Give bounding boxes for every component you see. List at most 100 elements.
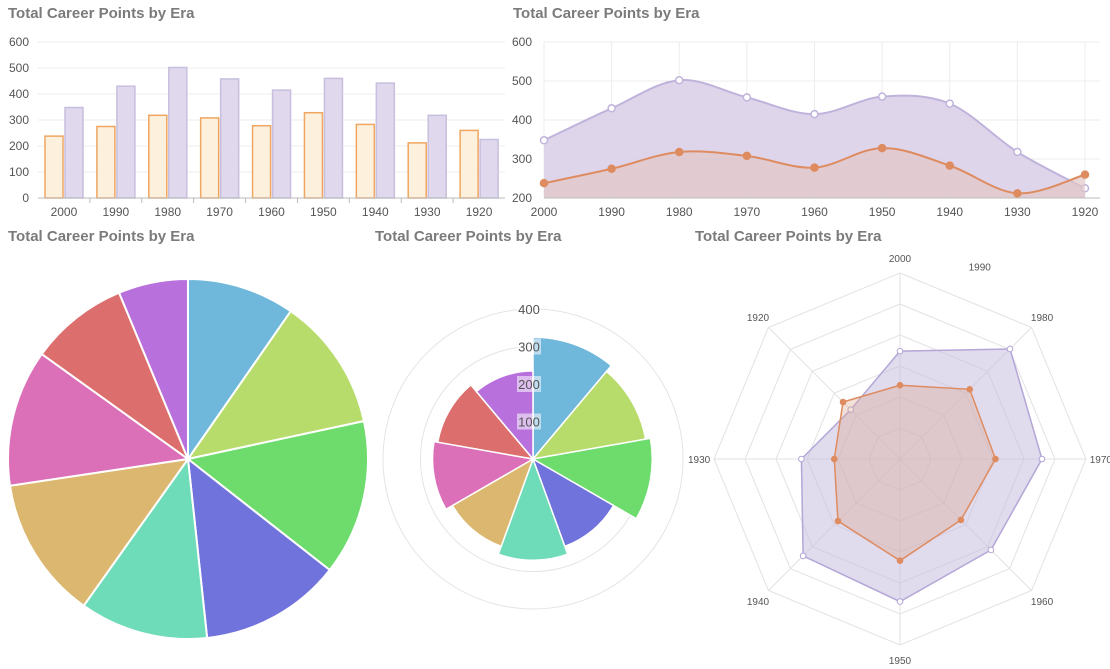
radar-point — [966, 385, 974, 393]
bar-series-a — [44, 135, 64, 199]
x-tick-label: 1980 — [666, 205, 693, 219]
axis-label: 1930 — [688, 455, 711, 466]
radar-point — [957, 516, 965, 524]
radar-point — [799, 552, 807, 560]
x-tick-label: 1940 — [936, 205, 963, 219]
radar-point — [896, 598, 904, 605]
radar-chart-panel: Total Career Points by Era 2000 1980 1970 1… — [688, 225, 1110, 669]
y-tick-label: 0 — [22, 191, 29, 205]
x-tick-label: 1920 — [466, 205, 493, 219]
axis-label: 1940 — [747, 597, 770, 608]
x-tick-label: 1940 — [362, 205, 389, 219]
data-point — [675, 75, 684, 85]
radar-point — [1006, 345, 1014, 353]
radar-point — [987, 546, 995, 554]
data-point — [539, 136, 549, 145]
data-point — [1013, 189, 1022, 198]
x-tick-label: 1960 — [801, 205, 828, 219]
x-tick-label: 1980 — [154, 205, 181, 219]
axis-label: 1990 — [969, 263, 992, 274]
radar-point — [1038, 455, 1046, 463]
bar-series-b — [479, 138, 499, 199]
axis-label: 1980 — [1031, 313, 1054, 324]
radar-chart: 2000 1980 1970 1960 1950 1940 1930 1920 1990 — [688, 254, 1110, 667]
data-point — [810, 109, 819, 119]
r-tick-label: 100 — [518, 415, 540, 430]
data-point — [1013, 147, 1022, 157]
x-tick-label: 2000 — [531, 205, 558, 219]
bar-series-b — [116, 85, 136, 199]
radar-point — [992, 455, 999, 463]
bar-series-a — [459, 129, 479, 199]
data-point — [607, 164, 616, 173]
bar-series-a — [303, 111, 324, 199]
y-tick-label: 300 — [9, 113, 29, 127]
axis-label: 2000 — [889, 254, 912, 265]
y-tick-label: 400 — [9, 87, 29, 101]
radar-point — [896, 347, 904, 355]
axis-label: 1960 — [1031, 597, 1054, 608]
x-tick-label: 1970 — [734, 205, 761, 219]
y-tick-label: 600 — [512, 35, 532, 49]
data-point — [675, 147, 684, 157]
data-point — [877, 92, 887, 101]
x-tick-label: 1970 — [206, 205, 233, 219]
y-tick-label: 500 — [9, 61, 29, 75]
y-tick-label: 600 — [9, 35, 29, 49]
x-tick-label: 1960 — [258, 205, 285, 219]
y-tick-label: 100 — [9, 165, 29, 179]
bar-series-b — [168, 66, 188, 199]
x-tick-label: 1950 — [869, 205, 896, 219]
axis-label: 1920 — [747, 313, 770, 324]
data-point — [945, 161, 954, 170]
pie-chart-panel: Total Career Points by Era — [0, 225, 375, 669]
radar-point — [834, 517, 842, 525]
pie-chart — [7, 277, 369, 640]
data-point — [1080, 170, 1090, 179]
bar-series-b — [64, 106, 84, 199]
polar-chart-panel: Total Career Points by Era 100 200 300 400 — [375, 225, 690, 669]
x-tick-label: 1920 — [1072, 205, 1099, 219]
polar-chart: 100 200 300 400 — [382, 301, 684, 610]
x-tick-label: 1930 — [1004, 205, 1031, 219]
axis-label: 1970 — [1090, 455, 1110, 466]
x-tick-label: 1990 — [598, 205, 625, 219]
bar-series-a — [251, 124, 272, 199]
y-tick-label: 300 — [512, 152, 532, 166]
data-point — [539, 178, 549, 188]
bar-series-b — [219, 78, 240, 199]
bar-series-b — [271, 89, 292, 199]
x-tick-label: 1990 — [102, 205, 129, 219]
y-tick-label: 500 — [512, 74, 532, 88]
radar-point — [798, 455, 805, 463]
data-point — [877, 143, 887, 153]
y-tick-label: 200 — [9, 139, 29, 153]
bar-chart: 0 100 200 300 400 500 600 2000 1990 1980 1970 1960 1… — [9, 35, 505, 219]
r-tick-label: 400 — [518, 302, 540, 317]
x-tick-label: 1930 — [414, 205, 441, 219]
bar-series-a — [355, 123, 376, 199]
radar-point — [896, 381, 904, 389]
axis-label: 1950 — [889, 656, 912, 667]
bar-series-a — [407, 142, 427, 199]
bar-series-b — [375, 82, 396, 199]
radar-point — [896, 557, 904, 564]
data-point — [810, 163, 819, 172]
bar-series-a — [96, 125, 116, 199]
bar-series-b — [427, 114, 447, 199]
r-tick-label: 300 — [518, 340, 540, 355]
bar-series-a — [199, 117, 220, 199]
y-tick-label: 200 — [512, 191, 532, 205]
area-chart-panel: Total Career Points by Era 200 300 400 500 6… — [505, 0, 1110, 225]
data-point — [742, 151, 752, 161]
data-point — [742, 93, 752, 102]
data-point — [945, 99, 954, 108]
x-tick-label: 2000 — [51, 205, 78, 219]
bar-series-a — [148, 114, 168, 199]
area-chart: 200 300 400 500 600 2000 1990 1980 1970 1960 1950 1… — [512, 35, 1100, 219]
r-tick-label: 200 — [518, 377, 540, 392]
bar-chart-panel: Total Career Points by Era 0 100 200 300 400… — [0, 0, 510, 225]
y-tick-label: 400 — [512, 113, 532, 127]
radar-point — [839, 398, 847, 406]
data-point — [607, 104, 616, 113]
